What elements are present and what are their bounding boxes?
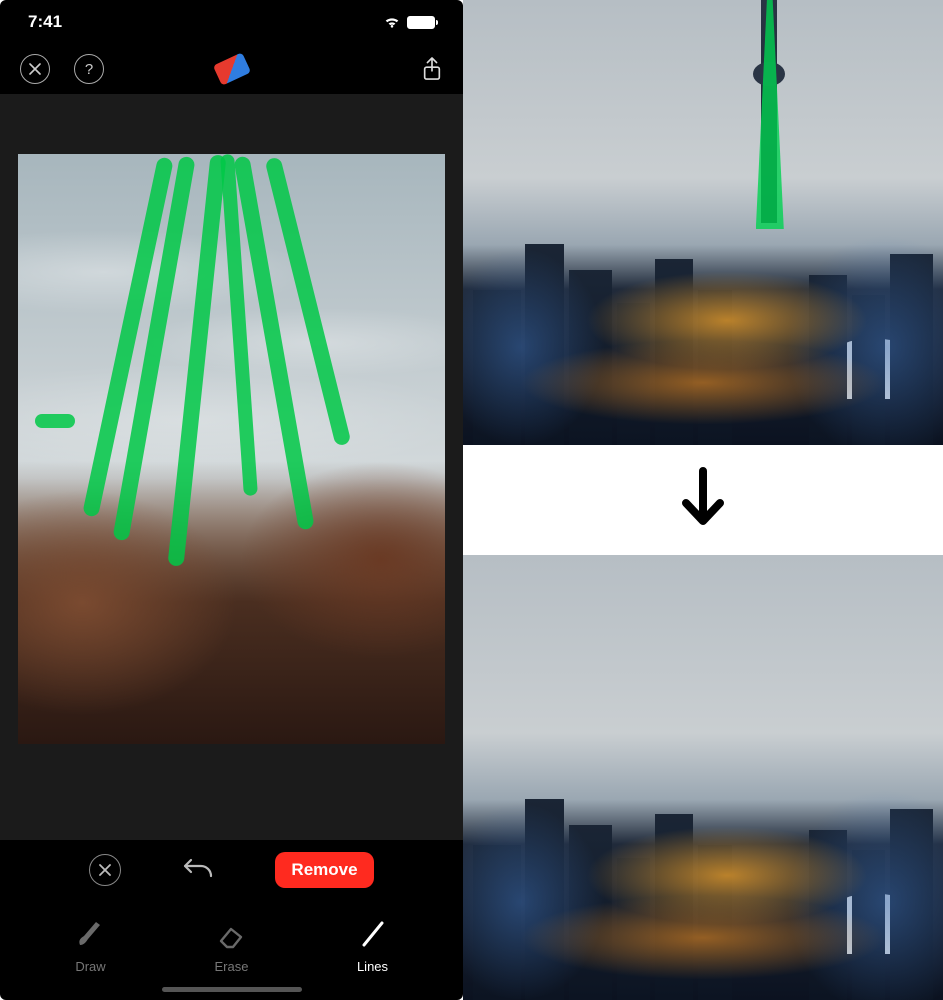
cancel-selection-button[interactable] [89, 854, 121, 886]
edited-photo[interactable] [18, 154, 445, 744]
x-icon [99, 864, 111, 876]
brush-icon [74, 917, 108, 951]
home-indicator[interactable] [162, 987, 302, 992]
question-icon: ? [85, 61, 93, 78]
comparison-panel [463, 0, 943, 1000]
eraser-tool-icon[interactable] [212, 52, 250, 85]
line-icon [356, 917, 390, 951]
canvas-area[interactable] [0, 94, 463, 840]
tool-label: Erase [215, 959, 249, 974]
tool-erase[interactable]: Erase [192, 917, 272, 974]
after-image [463, 555, 943, 1000]
action-row: Remove [0, 840, 463, 900]
tool-draw[interactable]: Draw [51, 917, 131, 974]
remove-button[interactable]: Remove [275, 852, 373, 888]
undo-icon [181, 854, 215, 882]
mark-stroke [35, 414, 75, 428]
close-button[interactable] [20, 54, 50, 84]
help-button[interactable]: ? [74, 54, 104, 84]
tool-lines[interactable]: Lines [333, 917, 413, 974]
share-button[interactable] [421, 56, 443, 82]
before-image [463, 0, 943, 445]
eraser-icon [215, 917, 249, 951]
tool-label: Lines [357, 959, 388, 974]
battery-icon [407, 16, 435, 29]
arrow-down-icon [676, 445, 730, 555]
status-right [383, 15, 435, 29]
undo-button[interactable] [181, 854, 215, 887]
status-time: 7:41 [28, 12, 62, 32]
share-icon [421, 56, 443, 82]
wifi-icon [383, 15, 401, 29]
status-bar: 7:41 [0, 0, 463, 44]
nav-bar: ? [0, 44, 463, 94]
tool-row: Draw Erase Lines [0, 900, 463, 1000]
tool-label: Draw [75, 959, 105, 974]
phone-frame: 7:41 ? [0, 0, 463, 1000]
